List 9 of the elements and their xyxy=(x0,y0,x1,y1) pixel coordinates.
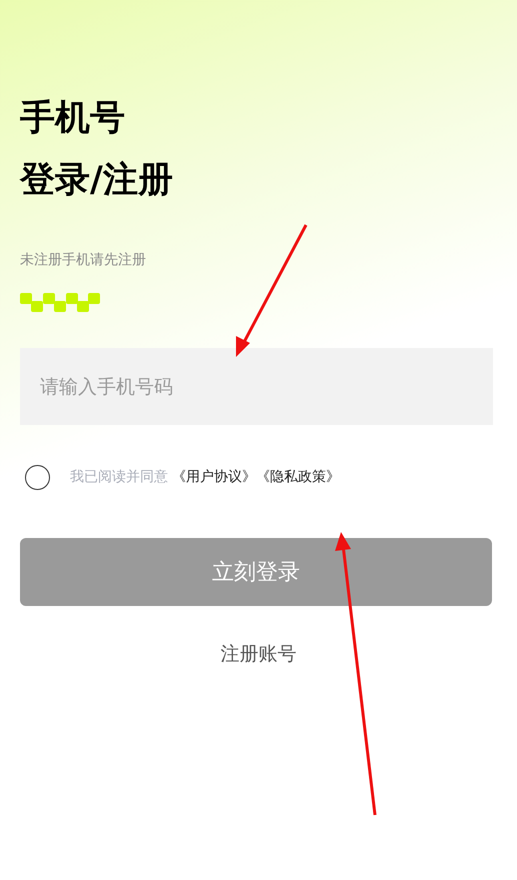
hint-text: 未注册手机请先注册 xyxy=(20,251,146,270)
phone-input-field[interactable]: 请输入手机号码 xyxy=(20,348,493,425)
page-title: 手机号 xyxy=(20,97,125,140)
register-link[interactable]: 注册账号 xyxy=(220,640,296,668)
policy-link[interactable]: 《隐私政策》 xyxy=(256,467,340,488)
agreement-text: 我已阅读并同意 xyxy=(70,468,168,487)
page-title: 登录/注册 xyxy=(20,159,173,202)
policy-link[interactable]: 《用户协议》 xyxy=(172,467,256,488)
agree-checkbox[interactable] xyxy=(25,465,50,490)
